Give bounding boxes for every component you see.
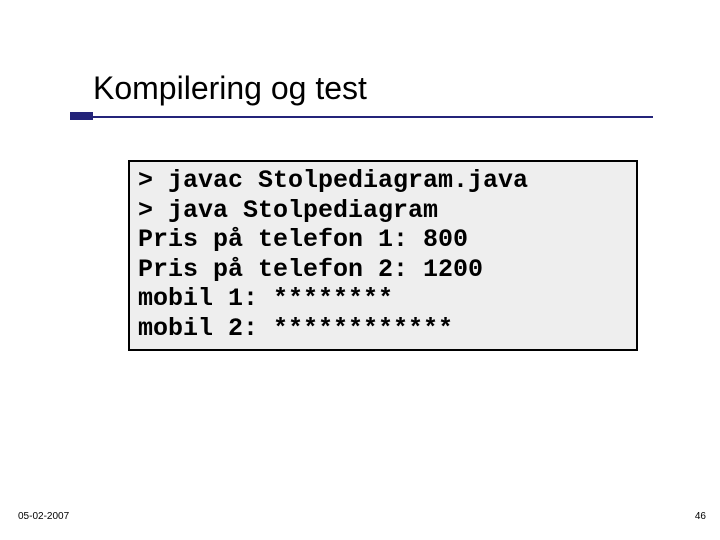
title-block: Kompilering og test (93, 70, 653, 107)
title-underline (93, 116, 653, 118)
code-line: Pris på telefon 1: 800 (138, 225, 628, 255)
code-line: Pris på telefon 2: 1200 (138, 255, 628, 285)
code-line: mobil 2: ************ (138, 314, 628, 344)
code-line: mobil 1: ******** (138, 284, 628, 314)
code-line: > javac Stolpediagram.java (138, 166, 628, 196)
footer-date: 05-02-2007 (18, 511, 69, 522)
page-number: 46 (695, 511, 706, 522)
slide: Kompilering og test > javac Stolpediagra… (0, 0, 720, 540)
terminal-output-box: > javac Stolpediagram.java > java Stolpe… (128, 160, 638, 351)
title-accent-square (70, 112, 93, 120)
slide-title: Kompilering og test (93, 70, 653, 107)
code-line: > java Stolpediagram (138, 196, 628, 226)
